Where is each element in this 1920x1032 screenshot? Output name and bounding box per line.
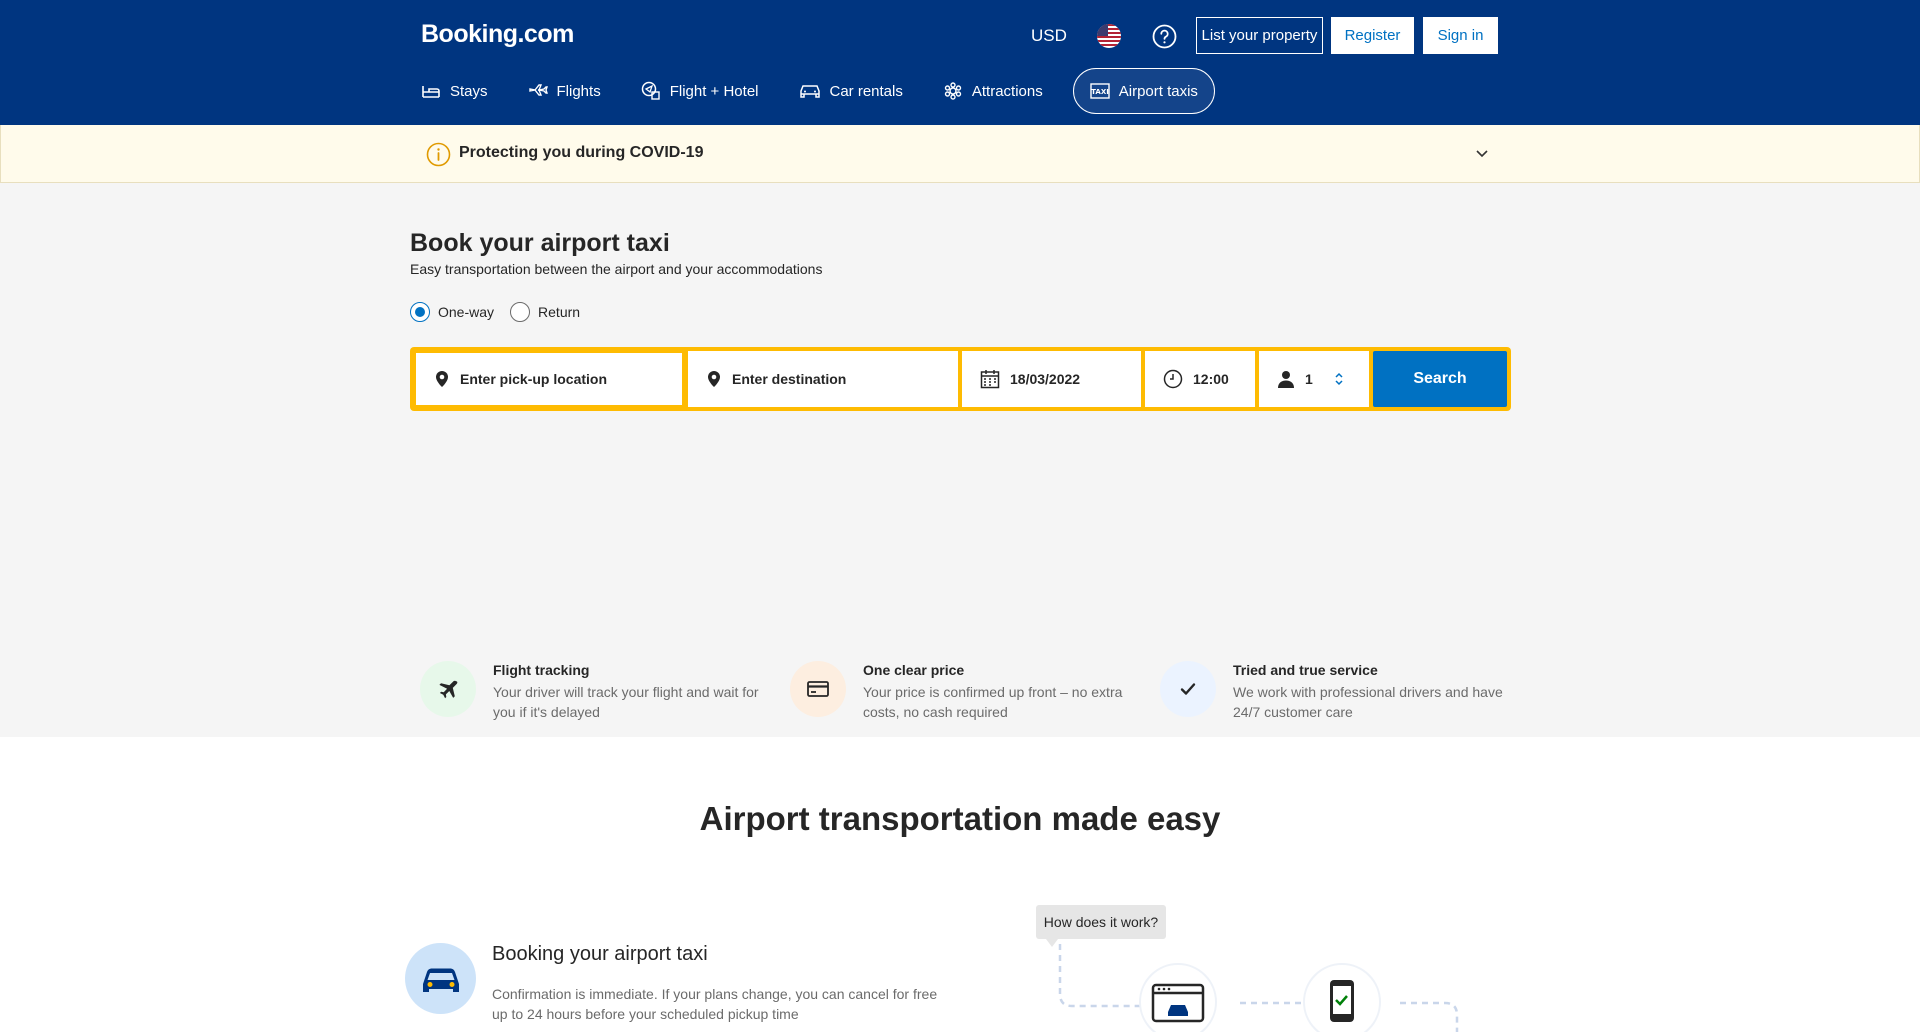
pickup-location-input[interactable]: Enter pick-up location	[414, 351, 684, 407]
nav-label: Flight + Hotel	[669, 82, 759, 100]
help-icon[interactable]	[1152, 24, 1177, 49]
list-property-button[interactable]: List your property	[1196, 17, 1323, 54]
info-icon	[426, 142, 451, 167]
trip-type-selector: One-way Return	[410, 302, 596, 322]
nav-label: Stays	[450, 82, 488, 100]
bed-icon	[422, 86, 440, 98]
how-it-works-section	[0, 737, 1920, 1032]
feature-title: Flight tracking	[493, 662, 590, 678]
up-down-chevron-icon[interactable]	[1333, 371, 1345, 387]
radio-return[interactable]: Return	[510, 302, 580, 322]
taxi-icon: TAXI	[1090, 83, 1110, 99]
section-heading: Airport transportation made easy	[699, 800, 1221, 837]
currency-selector[interactable]: USD	[1031, 26, 1067, 46]
process-illustration	[1058, 944, 1459, 1032]
passengers-value: 1	[1305, 371, 1313, 387]
car-icon	[405, 943, 476, 1014]
plane-icon	[528, 84, 548, 96]
nav-item-stays[interactable]: Stays	[421, 68, 498, 114]
feature-description: Your price is confirmed up front – no ex…	[863, 684, 1123, 720]
nav-item-flights[interactable]: Flights	[518, 68, 611, 114]
nav-item-car-rentals[interactable]: Car rentals	[789, 68, 913, 114]
nav-item-attractions[interactable]: Attractions	[933, 68, 1053, 114]
radio-label: One-way	[438, 304, 495, 320]
svg-text:TAXI: TAXI	[1091, 88, 1109, 96]
time-value: 12:00	[1193, 371, 1229, 387]
radio-label: Return	[538, 304, 581, 320]
location-pin-icon	[708, 371, 720, 387]
flight-hotel-icon	[641, 81, 660, 100]
us-flag-icon[interactable]	[1097, 24, 1121, 48]
browser-car-icon	[1139, 963, 1217, 1032]
nav-item-flight-hotel[interactable]: Flight + Hotel	[631, 68, 769, 114]
chevron-down-icon[interactable]	[1474, 145, 1490, 161]
nav-label: Flights	[556, 82, 601, 100]
credit-card-icon	[790, 661, 846, 717]
location-pin-icon	[436, 371, 448, 387]
nav-label: Airport taxis	[1118, 82, 1198, 100]
booking-logo[interactable]: Booking.com	[421, 20, 574, 49]
feature-title: Tried and true service	[1233, 662, 1378, 678]
step-description: Confirmation is immediate. If your plans…	[492, 986, 938, 1022]
pickup-placeholder: Enter pick-up location	[460, 371, 608, 387]
person-icon	[1278, 371, 1294, 388]
checkmark-icon	[1160, 661, 1216, 717]
car-icon	[799, 85, 820, 98]
calendar-icon	[980, 370, 1000, 389]
date-value: 18/03/2022	[1010, 371, 1081, 387]
register-button[interactable]: Register	[1331, 17, 1414, 54]
clock-icon	[1163, 369, 1183, 389]
feature-description: Your driver will track your flight and w…	[493, 684, 759, 720]
features-row: Flight tracking Your driver will track y…	[420, 660, 1520, 720]
how-it-works-bubble: How does it work?	[1036, 905, 1166, 947]
nav-label: Car rentals	[829, 82, 903, 100]
search-bar: Enter pick-up location Enter destination…	[410, 347, 1511, 411]
top-header: Booking.com USD List your property Regis…	[0, 0, 1920, 125]
covid-banner-text: Protecting you during COVID-19	[459, 144, 704, 161]
destination-input[interactable]: Enter destination	[688, 351, 958, 407]
destination-placeholder: Enter destination	[732, 371, 847, 387]
main-nav: Stays Flights Flight + Hotel Car rentals…	[421, 68, 1235, 114]
attractions-icon	[944, 82, 962, 100]
feature-description: We work with professional drivers and ha…	[1233, 684, 1503, 720]
covid-banner[interactable]: Protecting you during COVID-19	[0, 125, 1920, 183]
radio-dot	[510, 302, 531, 322]
step-title: Booking your airport taxi	[492, 943, 708, 965]
feature-title: One clear price	[863, 662, 965, 678]
search-button[interactable]: Search	[1373, 351, 1507, 407]
time-picker[interactable]: 12:00	[1145, 351, 1255, 407]
radio-dot	[410, 302, 430, 322]
phone-check-icon	[1303, 963, 1381, 1032]
passengers-selector[interactable]: 1	[1259, 351, 1369, 407]
date-picker[interactable]: 18/03/2022	[962, 351, 1141, 407]
nav-item-airport-taxis[interactable]: TAXI Airport taxis	[1072, 68, 1215, 114]
sign-in-button[interactable]: Sign in	[1423, 17, 1498, 54]
nav-label: Attractions	[971, 82, 1043, 100]
radio-one-way[interactable]: One-way	[410, 302, 494, 322]
page-title: Book your airport taxi	[410, 229, 670, 257]
page-subtitle: Easy transportation between the airport …	[410, 261, 823, 277]
plane-icon	[420, 661, 476, 717]
